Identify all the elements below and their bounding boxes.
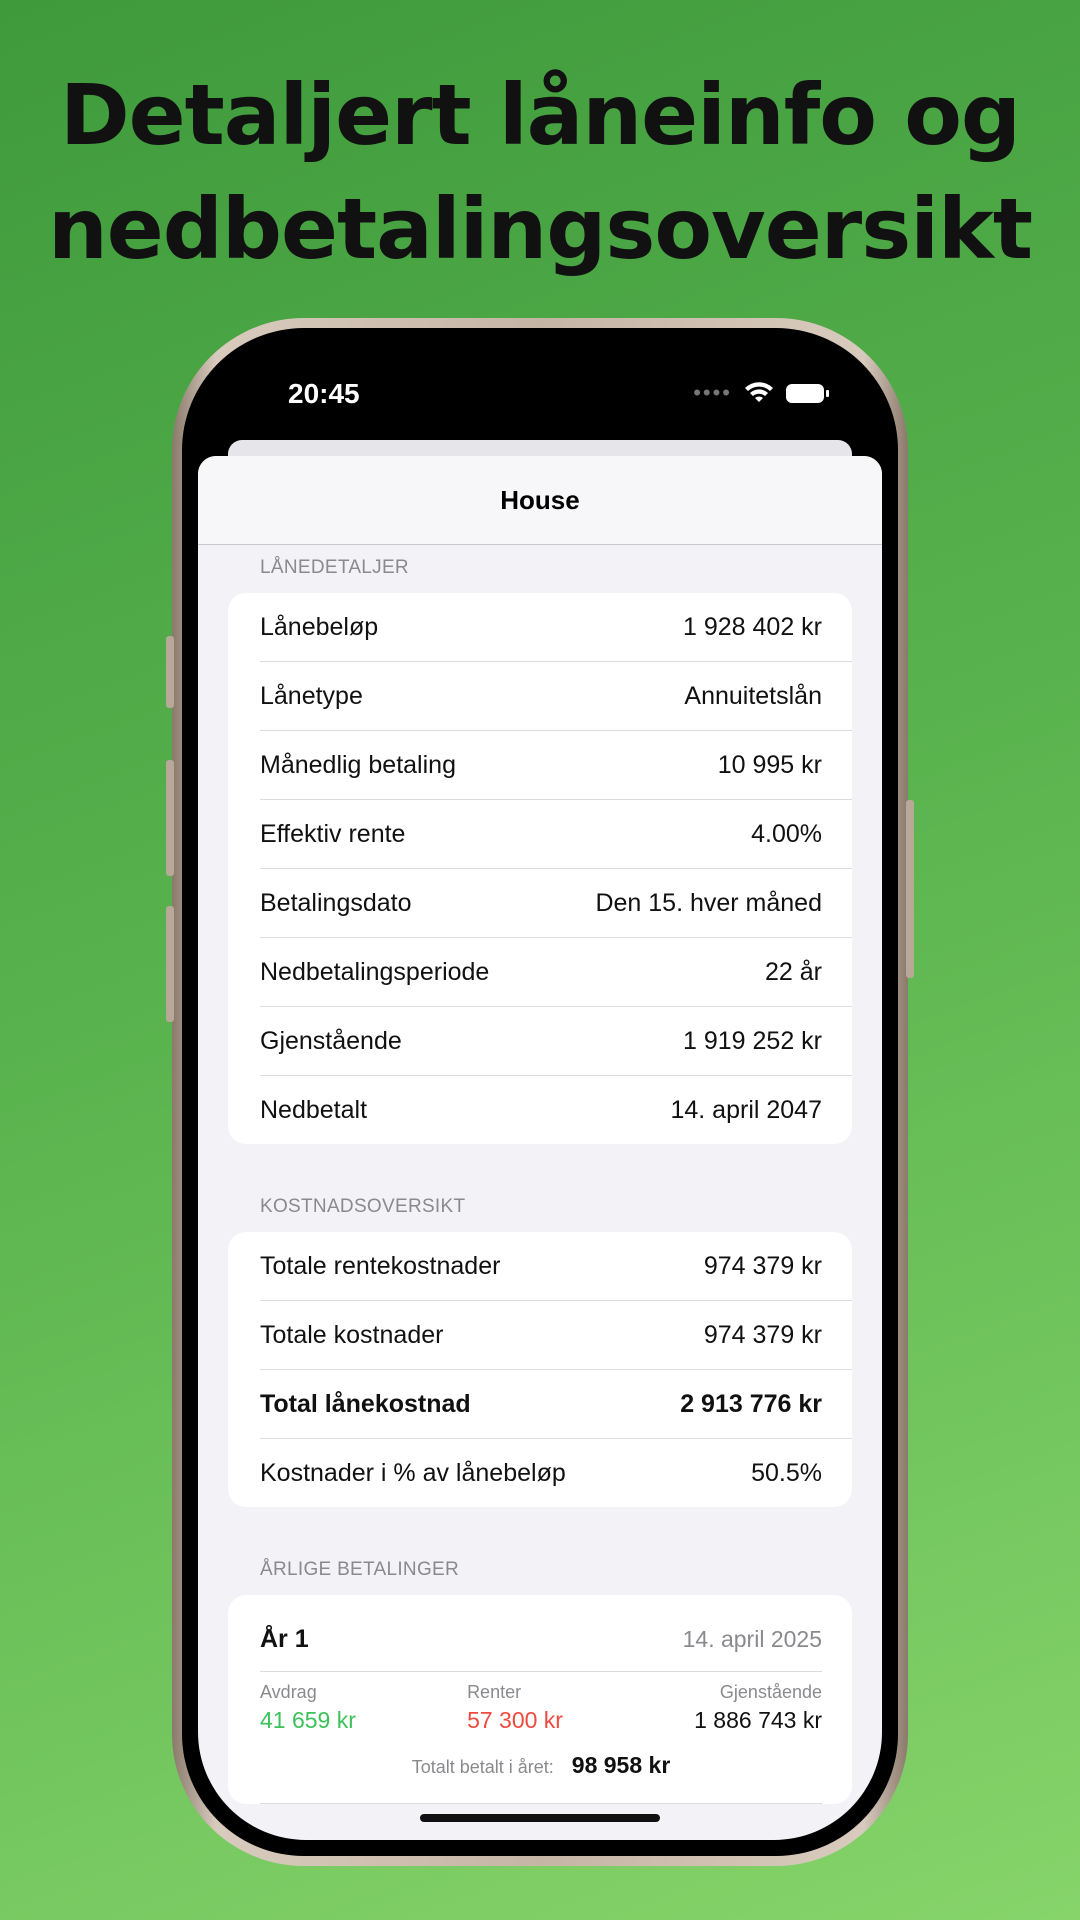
table-row: Nedbetalt 14. april 2047 <box>260 1076 852 1144</box>
row-value: 974 379 kr <box>703 1251 822 1280</box>
year-header: År 1 14. april 2025 <box>260 1619 822 1672</box>
row-label: Totale rentekostnader <box>260 1251 501 1280</box>
cost-overview-header: KOSTNADSOVERSIKT <box>260 1196 466 1217</box>
row-label: Lånebeløp <box>260 612 379 641</box>
table-row: Månedlig betaling 10 995 kr <box>260 731 852 800</box>
table-row: Lånebeløp 1 928 402 kr <box>260 593 852 662</box>
row-value: 22 år <box>765 957 822 986</box>
avdrag-label: Avdrag <box>260 1682 317 1702</box>
year-total-value: 98 958 kr <box>571 1752 671 1778</box>
mute-switch <box>166 636 174 708</box>
gjenstaende-label: Gjenstående <box>719 1682 822 1702</box>
row-value: Annuitetslån <box>684 681 822 710</box>
row-label: Lånetype <box>260 681 363 710</box>
row-value: Den 15. hver måned <box>595 888 822 917</box>
year-breakdown: Avdrag 41 659 kr Renter 57 300 kr Gjenst… <box>260 1682 822 1734</box>
total-cost-row: Total lånekostnad 2 913 776 kr <box>260 1370 852 1439</box>
phone-screen: 20:45 •••• House LÅNEDETALJER Lånebeløp 1… <box>198 344 882 1840</box>
row-value: 1 928 402 kr <box>683 612 822 641</box>
row-value: 14. april 2047 <box>670 1095 822 1124</box>
year-total-label: Totalt betalt i året: <box>411 1757 554 1777</box>
row-label: Kostnader i % av lånebeløp <box>260 1458 566 1487</box>
battery-icon <box>786 383 829 403</box>
wifi-icon <box>744 382 774 404</box>
table-row: Totale rentekostnader 974 379 kr <box>260 1232 852 1301</box>
row-value: 10 995 kr <box>717 750 822 779</box>
cellular-dots-icon: •••• <box>693 380 732 405</box>
year-date: 14. april 2025 <box>682 1625 822 1652</box>
avdrag-value: 41 659 kr <box>260 1707 356 1733</box>
home-indicator[interactable] <box>420 1814 660 1822</box>
year-payment-card[interactable]: År 1 14. april 2025 Avdrag 41 659 kr Ren… <box>228 1595 852 1804</box>
loan-detail-sheet[interactable]: House LÅNEDETALJER Lånebeløp 1 928 402 kr… <box>198 456 882 1840</box>
row-label: Total lånekostnad <box>260 1389 471 1418</box>
promo-headline: Detaljert låneinfo og nedbetalingsoversi… <box>0 58 1080 286</box>
row-label: Betalingsdato <box>260 888 412 917</box>
table-row: Nedbetalingsperiode 22 år <box>260 938 852 1007</box>
headline-line-1: Detaljert låneinfo og <box>59 66 1021 164</box>
table-row: Lånetype Annuitetslån <box>260 662 852 731</box>
row-value: 2 913 776 kr <box>680 1389 822 1418</box>
loan-details-header: LÅNEDETALJER <box>260 557 409 578</box>
row-value: 1 919 252 kr <box>683 1026 822 1055</box>
table-row: Effektiv rente 4.00% <box>260 800 852 869</box>
table-row: Kostnader i % av lånebeløp 50.5% <box>260 1439 852 1507</box>
row-label: Nedbetalt <box>260 1095 368 1124</box>
power-button <box>906 800 914 978</box>
year-title: År 1 <box>260 1624 309 1653</box>
table-row: Gjenstående 1 919 252 kr <box>260 1007 852 1076</box>
table-row: Betalingsdato Den 15. hver måned <box>260 869 852 938</box>
status-icons: •••• <box>693 380 829 405</box>
yearly-payments-header: ÅRLIGE BETALINGER <box>260 1559 460 1580</box>
year-total: Totalt betalt i året: 98 958 kr <box>260 1752 822 1804</box>
status-time: 20:45 <box>288 378 360 409</box>
volume-down-button <box>166 906 174 1022</box>
loan-details-card: Lånebeløp 1 928 402 kr Lånetype Annuitetsl… <box>228 593 852 1144</box>
headline-line-2: nedbetalingsoversikt <box>47 180 1033 278</box>
gjenstaende-column: Gjenstående 1 886 743 kr <box>694 1682 822 1734</box>
row-label: Nedbetalingsperiode <box>260 957 490 986</box>
row-label: Månedlig betaling <box>260 750 456 779</box>
avdrag-column: Avdrag 41 659 kr <box>260 1682 356 1734</box>
table-row: Totale kostnader 974 379 kr <box>260 1301 852 1370</box>
row-label: Gjenstående <box>260 1026 402 1055</box>
navigation-bar: House <box>198 456 882 545</box>
renter-column: Renter 57 300 kr <box>467 1682 563 1734</box>
gjenstaende-value: 1 886 743 kr <box>694 1707 822 1733</box>
cost-overview-card: Totale rentekostnader 974 379 kr Totale k… <box>228 1232 852 1507</box>
row-label: Totale kostnader <box>260 1320 444 1349</box>
renter-value: 57 300 kr <box>467 1707 563 1733</box>
nav-title: House <box>500 484 580 515</box>
renter-label: Renter <box>467 1682 522 1702</box>
row-label: Effektiv rente <box>260 819 406 848</box>
row-value: 4.00% <box>751 819 822 848</box>
volume-up-button <box>166 760 174 876</box>
row-value: 974 379 kr <box>703 1320 822 1349</box>
row-value: 50.5% <box>751 1458 822 1487</box>
